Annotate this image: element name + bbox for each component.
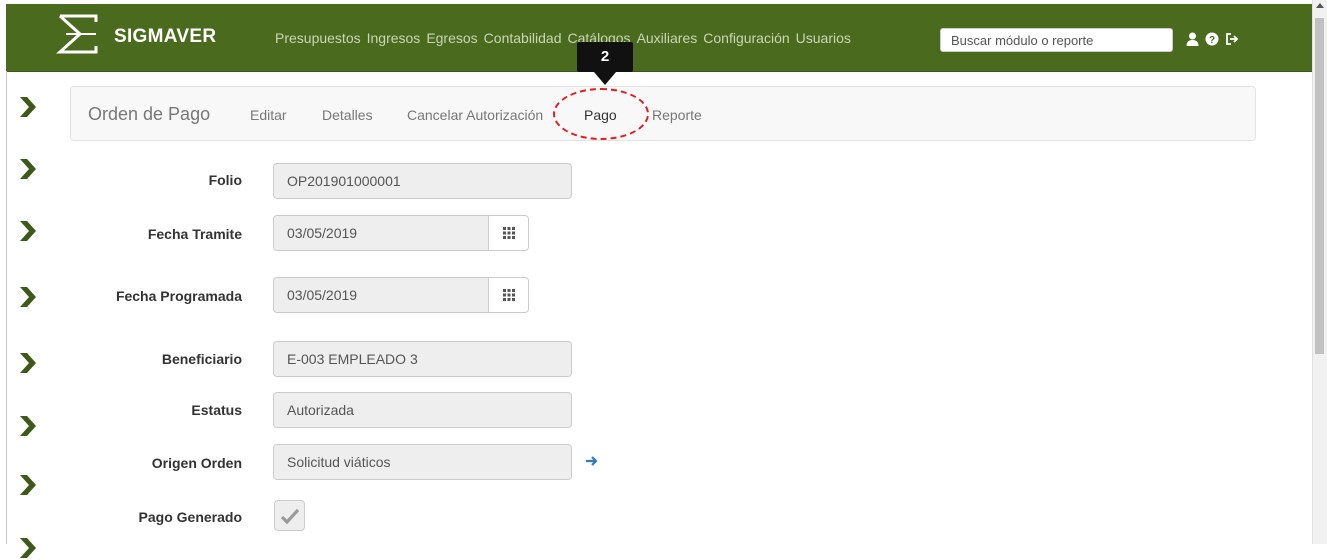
beneficiario-label: Beneficiario <box>161 351 242 367</box>
brand-name[interactable]: SIGMAVER <box>114 26 216 48</box>
user-icon[interactable] <box>1186 32 1199 46</box>
chevron-right-icon[interactable] <box>18 285 38 309</box>
step-callout-pointer <box>594 72 616 85</box>
svg-text:?: ? <box>1209 35 1215 46</box>
folio-field[interactable]: OP201901000001 <box>273 163 572 199</box>
main-menu: Presupuestos Ingresos Egresos Contabilid… <box>275 30 851 46</box>
chevron-right-icon[interactable] <box>18 351 38 375</box>
fecha-tramite-field[interactable]: 03/05/2019 <box>273 215 489 251</box>
menu-item-presupuestos[interactable]: Presupuestos <box>275 30 361 46</box>
fecha-programada-label: Fecha Programada <box>115 288 242 304</box>
sigmaver-logo-icon[interactable] <box>56 12 102 56</box>
search-input[interactable] <box>940 28 1173 52</box>
nav-icons: ? <box>1186 32 1239 46</box>
chevron-right-icon[interactable] <box>18 473 38 497</box>
chevron-right-icon[interactable] <box>18 536 38 560</box>
pago-generado-label: Pago Generado <box>138 509 242 525</box>
estatus-label: Estatus <box>191 402 242 418</box>
scrollbar-thumb[interactable] <box>1315 18 1324 354</box>
fecha-tramite-calendar-button[interactable] <box>488 215 529 251</box>
folio-label: Folio <box>208 172 242 188</box>
step-callout: 2 <box>577 42 633 72</box>
fecha-programada-calendar-button[interactable] <box>488 277 529 313</box>
scroll-up-arrow-icon[interactable] <box>1316 3 1324 8</box>
chevron-right-icon[interactable] <box>18 157 38 181</box>
left-border <box>6 71 7 544</box>
fecha-programada-field[interactable]: 03/05/2019 <box>273 277 489 313</box>
nav-link-reporte[interactable]: Reporte <box>652 107 702 123</box>
menu-item-configuracion[interactable]: Configuración <box>703 30 789 46</box>
check-icon <box>280 508 299 524</box>
arrow-right-icon[interactable] <box>586 456 600 466</box>
help-icon[interactable]: ? <box>1205 32 1219 46</box>
origen-orden-field[interactable]: Solicitud viáticos <box>273 444 572 480</box>
estatus-field[interactable]: Autorizada <box>273 392 572 428</box>
fecha-tramite-label: Fecha Tramite <box>147 226 242 242</box>
beneficiario-field[interactable]: E-003 EMPLEADO 3 <box>273 341 572 377</box>
calendar-grid-icon <box>502 227 515 239</box>
menu-item-auxiliares[interactable]: Auxiliares <box>637 30 698 46</box>
pago-generado-checkbox[interactable] <box>274 500 305 531</box>
top-navbar: SIGMAVER Presupuestos Ingresos Egresos C… <box>6 4 1313 72</box>
chevron-right-icon[interactable] <box>18 219 38 243</box>
calendar-grid-icon <box>502 289 515 301</box>
menu-item-ingresos[interactable]: Ingresos <box>367 30 421 46</box>
menu-item-contabilidad[interactable]: Contabilidad <box>484 30 562 46</box>
menu-item-egresos[interactable]: Egresos <box>426 30 477 46</box>
vertical-scrollbar[interactable] <box>1312 0 1327 544</box>
nav-link-cancelar-autorizacion[interactable]: Cancelar Autorización <box>407 107 543 123</box>
nav-link-detalles[interactable]: Detalles <box>322 107 373 123</box>
chevron-right-icon[interactable] <box>18 95 38 119</box>
sub-navbar: Orden de Pago Editar Detalles Cancelar A… <box>70 86 1256 141</box>
pago-highlight-ellipse <box>553 88 649 140</box>
page-title[interactable]: Orden de Pago <box>88 104 210 125</box>
chevron-right-icon[interactable] <box>18 414 38 438</box>
nav-link-editar[interactable]: Editar <box>250 107 287 123</box>
origen-orden-label: Origen Orden <box>151 455 242 471</box>
logout-icon[interactable] <box>1225 32 1239 46</box>
menu-item-usuarios[interactable]: Usuarios <box>796 30 851 46</box>
